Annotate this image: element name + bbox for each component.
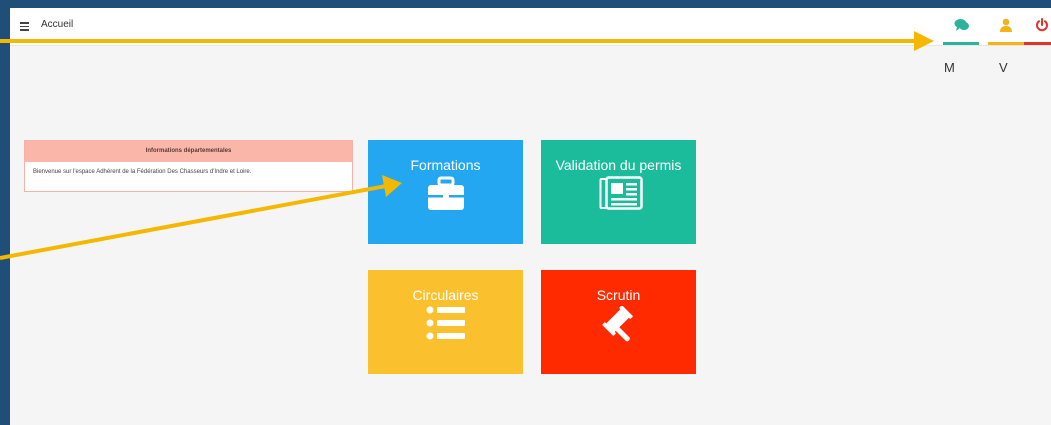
tile-label: Circulaires	[412, 287, 479, 303]
validation-permis-tile[interactable]: Validation du permis	[541, 140, 696, 244]
chat-button[interactable]	[943, 8, 979, 45]
user-initial-label: M	[944, 60, 955, 75]
power-icon	[1036, 18, 1048, 32]
top-bar: Accueil	[10, 8, 1051, 46]
page-title: Accueil	[41, 19, 74, 30]
tile-label: Formations	[410, 157, 481, 173]
formations-tile[interactable]: Formations	[368, 140, 523, 244]
newspaper-icon	[599, 176, 643, 210]
user-initial-label: V	[999, 60, 1008, 75]
logout-button[interactable]	[1024, 8, 1051, 45]
hamburger-icon[interactable]	[20, 22, 29, 31]
tile-label: Scrutin	[596, 287, 641, 303]
gavel-icon	[602, 306, 633, 342]
scrutin-tile[interactable]: Scrutin	[541, 270, 696, 374]
app-window: Accueil M V Informations départementales…	[10, 8, 1051, 425]
user-icon	[1000, 18, 1012, 32]
profile-button[interactable]	[988, 8, 1024, 45]
tile-label: Validation du permis	[555, 157, 682, 173]
info-panel-title: Informations départementales	[25, 141, 352, 162]
list-icon	[426, 306, 465, 340]
info-panel-text: Bienvenue sur l'espace Adhérent de la Fé…	[33, 169, 252, 175]
circulaires-tile[interactable]: Circulaires	[368, 270, 523, 374]
briefcase-icon	[428, 176, 464, 210]
chat-icon	[954, 19, 969, 31]
info-panel: Informations départementales Bienvenue s…	[24, 140, 353, 192]
